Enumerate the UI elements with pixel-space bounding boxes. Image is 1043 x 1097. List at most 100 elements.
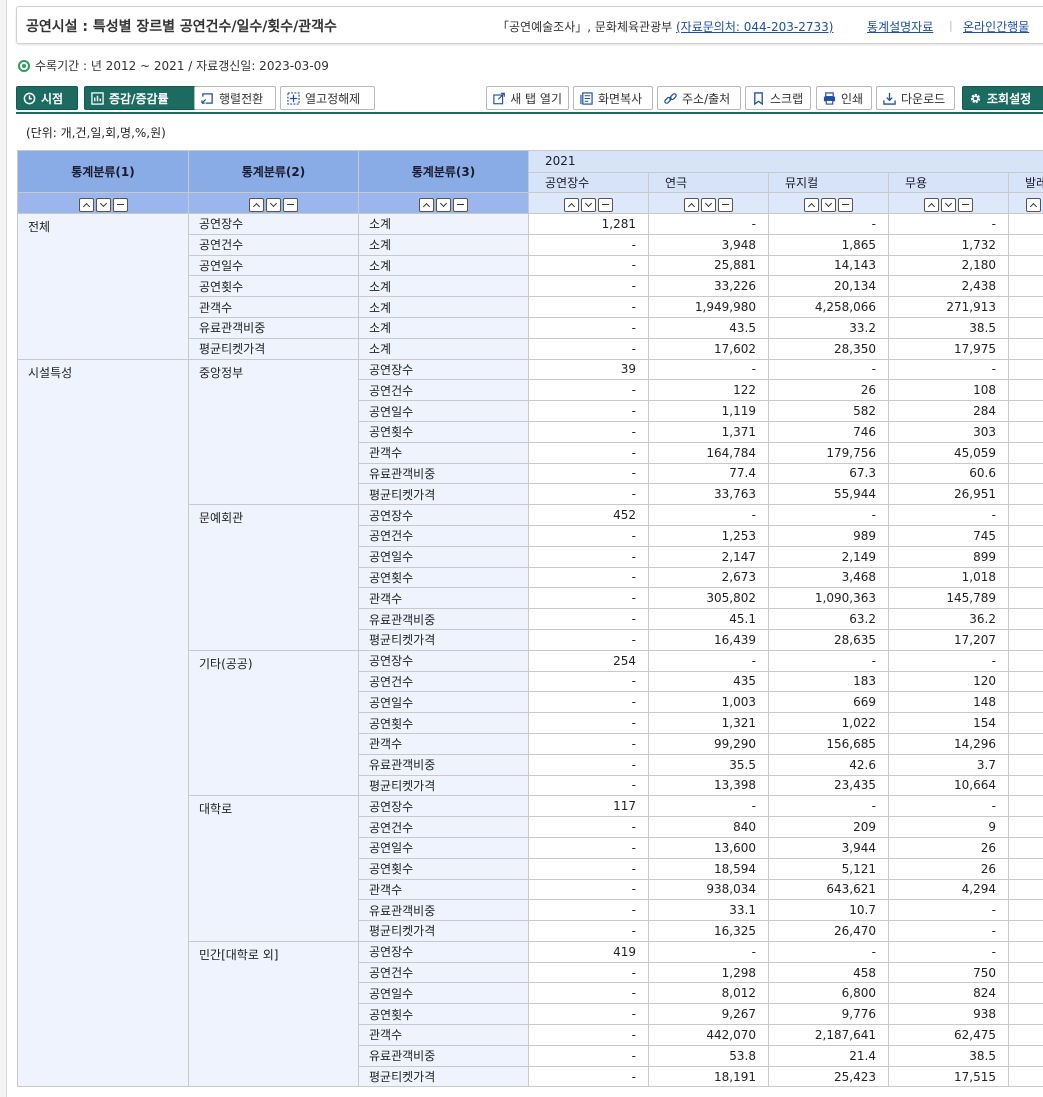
data-cell: - bbox=[648, 795, 769, 818]
sort-up-icon[interactable] bbox=[684, 197, 699, 212]
collapse-icon[interactable] bbox=[453, 197, 468, 212]
sort-up-icon[interactable] bbox=[564, 197, 579, 212]
scrap-button[interactable]: 스크랩 bbox=[745, 86, 811, 110]
pivot-button[interactable]: 행렬전환 bbox=[194, 86, 276, 110]
data-cell: - bbox=[888, 920, 1009, 942]
collapse-icon[interactable] bbox=[958, 197, 973, 212]
collapse-icon[interactable] bbox=[598, 197, 613, 212]
sort-down-icon[interactable] bbox=[581, 197, 596, 212]
data-cell: 117 bbox=[528, 795, 649, 818]
sort-down-icon[interactable] bbox=[941, 197, 956, 212]
row-category-3: 관객수 bbox=[358, 587, 529, 610]
data-cell bbox=[1007, 1065, 1043, 1088]
row-category-3: 공연장수 bbox=[358, 358, 529, 381]
data-cell: 899 bbox=[888, 545, 1009, 568]
data-cell: - bbox=[528, 753, 649, 776]
sort-up-icon[interactable] bbox=[419, 197, 434, 212]
data-cell: 154 bbox=[888, 712, 1009, 734]
data-cell: - bbox=[768, 649, 889, 672]
data-cell: 33.2 bbox=[768, 316, 889, 339]
sort-up-icon[interactable] bbox=[804, 197, 819, 212]
sort-down-icon[interactable] bbox=[95, 197, 111, 212]
sort-up-icon[interactable] bbox=[78, 197, 94, 212]
data-cell: - bbox=[528, 545, 649, 568]
table-row: 시설특성 중앙정부 공연장수 39- - - bbox=[17, 358, 1043, 1088]
screen-copy-button[interactable]: 화면복사 bbox=[573, 86, 653, 110]
data-cell: 62,475 bbox=[888, 1024, 1009, 1046]
data-cell: 38.5 bbox=[888, 1044, 1009, 1067]
point-label: 시점 bbox=[41, 91, 64, 106]
data-cell: 10.7 bbox=[768, 899, 889, 922]
data-cell bbox=[1007, 982, 1043, 1005]
collapse-icon[interactable] bbox=[112, 197, 128, 212]
data-cell bbox=[1007, 1024, 1043, 1046]
data-cell: 1,003 bbox=[648, 691, 769, 714]
data-cell: 23,435 bbox=[768, 774, 889, 797]
data-cell: 1,281 bbox=[528, 213, 649, 235]
data-cell bbox=[1007, 504, 1043, 526]
col-header-musical: 뮤지컬 bbox=[768, 171, 889, 193]
row-category-3: 공연횟수 bbox=[358, 566, 529, 589]
data-cell bbox=[1007, 628, 1043, 651]
sort-up-icon[interactable] bbox=[1025, 197, 1041, 212]
row-category-3: 유료관객비중 bbox=[358, 899, 529, 922]
row-category-2: 중앙정부 bbox=[188, 358, 359, 506]
data-cell: - bbox=[888, 795, 1009, 818]
data-cell: 148 bbox=[888, 691, 1009, 714]
page-title: 공연시설 : 특성별 장르별 공연건수/일수/횟수/관객수 bbox=[26, 19, 337, 35]
data-cell: - bbox=[888, 504, 1009, 526]
collapse-icon[interactable] bbox=[718, 197, 733, 212]
unfreeze-button[interactable]: 열고정해제 bbox=[280, 86, 375, 110]
dim-header-3: 통계분류(3) bbox=[358, 150, 529, 193]
collapse-icon[interactable] bbox=[838, 197, 853, 212]
data-cell bbox=[1007, 1044, 1043, 1067]
data-cell: - bbox=[648, 504, 769, 526]
address-source-button[interactable]: 주소/출처 bbox=[657, 86, 741, 110]
row-category-3: 유료관객비중 bbox=[358, 462, 529, 485]
data-cell: - bbox=[528, 857, 649, 880]
unit-label: (단위: 개,건,일,회,명,%,원) bbox=[26, 126, 166, 140]
left-scroll-gutter bbox=[0, 0, 7, 1097]
toolbar: 시점 증감/증감률 행렬전환 열고정해제 새 탭 열기 화면복사 주소/출처 스… bbox=[16, 86, 1043, 114]
print-button[interactable]: 인쇄 bbox=[816, 86, 872, 110]
data-cell: 458 bbox=[768, 961, 889, 984]
data-cell: - bbox=[528, 441, 649, 464]
sort-up-icon[interactable] bbox=[249, 197, 264, 212]
sort-down-icon[interactable] bbox=[701, 197, 716, 212]
change-rate-button[interactable]: 증감/증감률 bbox=[84, 86, 204, 110]
row-category-3: 공연일수 bbox=[358, 836, 529, 859]
data-cell: 36.2 bbox=[888, 608, 1009, 630]
collapse-icon[interactable] bbox=[283, 197, 298, 212]
data-cell: 38.5 bbox=[888, 316, 1009, 339]
sort-down-icon[interactable] bbox=[821, 197, 836, 212]
new-tab-button[interactable]: 새 탭 열기 bbox=[486, 86, 569, 110]
data-cell bbox=[1007, 316, 1043, 339]
data-cell: 2,438 bbox=[888, 275, 1009, 298]
point-button[interactable]: 시점 bbox=[16, 86, 78, 110]
download-button[interactable]: 다운로드 bbox=[876, 86, 955, 110]
sort-up-icon[interactable] bbox=[924, 197, 939, 212]
row-category-3: 소계 bbox=[358, 233, 529, 256]
data-cell: 303 bbox=[888, 420, 1009, 443]
download-icon bbox=[883, 92, 896, 105]
data-cell: - bbox=[528, 608, 649, 630]
online-pub-link[interactable]: 온라인간행물 bbox=[963, 18, 1029, 35]
sort-down-icon[interactable] bbox=[266, 197, 281, 212]
data-cell: 63.2 bbox=[768, 608, 889, 630]
query-settings-button[interactable]: 조회설정 bbox=[962, 86, 1043, 110]
row-category-1: 전체 bbox=[17, 213, 189, 360]
data-cell: - bbox=[528, 982, 649, 1005]
row-category-2: 공연장수 bbox=[188, 213, 359, 235]
contact-link[interactable]: (자료문의처: 044-203-2733) bbox=[676, 20, 833, 34]
data-cell: 1,018 bbox=[888, 566, 1009, 589]
stat-desc-link[interactable]: 통계설명자료 bbox=[867, 18, 933, 35]
sort-down-icon[interactable] bbox=[436, 197, 451, 212]
data-cell: 39 bbox=[528, 358, 649, 381]
unfreeze-icon bbox=[287, 91, 300, 105]
external-link-icon bbox=[493, 92, 505, 104]
data-cell: - bbox=[888, 649, 1009, 672]
data-cell: 16,325 bbox=[648, 920, 769, 942]
row-category-3: 공연횟수 bbox=[358, 1003, 529, 1026]
source-label: 「공연예술조사」, 문화체육관광부 bbox=[497, 20, 673, 34]
data-cell: 164,784 bbox=[648, 441, 769, 464]
